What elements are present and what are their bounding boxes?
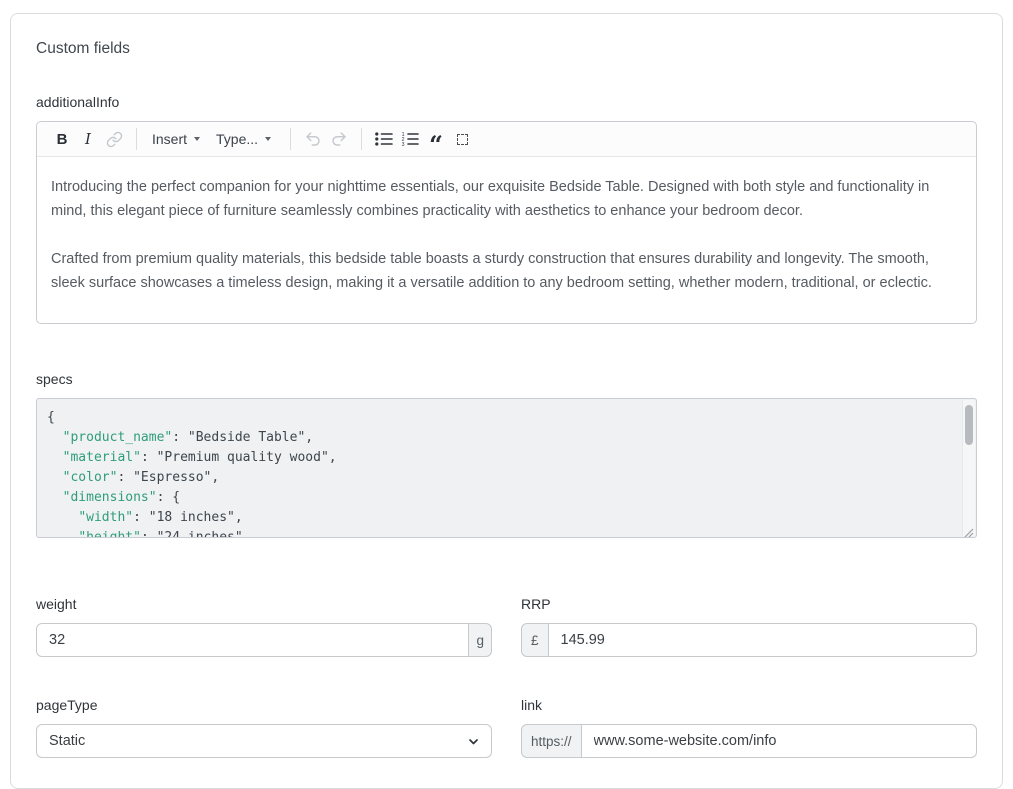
page-type-select[interactable]: Static <box>36 724 492 758</box>
toolbar-divider <box>290 128 291 150</box>
bullet-list-button[interactable] <box>371 126 397 152</box>
link-icon <box>106 131 123 148</box>
code-scrollbar-track[interactable] <box>962 400 975 536</box>
code-line: "material": "Premium quality wood", <box>47 448 952 468</box>
undo-button[interactable] <box>300 126 326 152</box>
specs-code-editor[interactable]: { "product_name": "Bedside Table", "mate… <box>36 398 977 538</box>
rrp-input[interactable] <box>548 623 977 657</box>
editor-content-area[interactable]: Introducing the perfect companion for yo… <box>37 157 976 323</box>
caret-down-icon <box>194 137 200 141</box>
code-line: "width": "18 inches", <box>47 508 952 528</box>
code-line: { <box>47 408 952 428</box>
undo-icon <box>304 130 322 148</box>
rrp-currency-addon: £ <box>521 623 549 657</box>
redo-button[interactable] <box>326 126 352 152</box>
insert-dropdown-label: Insert <box>152 131 187 147</box>
code-line: "dimensions": { <box>47 488 952 508</box>
numbered-list-button[interactable]: 123 <box>397 126 423 152</box>
type-dropdown[interactable]: Type... <box>210 126 277 152</box>
link-label: link <box>521 697 977 713</box>
rich-text-editor: B I Insert Type... <box>36 121 977 324</box>
custom-fields-panel: Custom fields additionalInfo B I Insert … <box>10 13 1003 789</box>
link-field: link https:// <box>521 697 977 758</box>
code-scrollbar-thumb[interactable] <box>965 405 973 445</box>
code-line: "height": "24 inches" <box>47 528 952 538</box>
bullet-list-icon <box>375 131 393 147</box>
italic-button[interactable]: I <box>75 126 101 152</box>
weight-unit-addon: g <box>468 623 492 657</box>
toolbar-divider <box>361 128 362 150</box>
panel-title: Custom fields <box>36 40 977 58</box>
dashed-box-icon <box>457 134 468 145</box>
caret-down-icon <box>265 137 271 141</box>
weight-field: weight g <box>36 596 492 657</box>
toolbar-divider <box>136 128 137 150</box>
additional-info-label: additionalInfo <box>36 94 977 110</box>
editor-paragraph: Introducing the perfect companion for yo… <box>51 175 962 223</box>
rrp-label: RRP <box>521 596 977 612</box>
link-button[interactable] <box>101 126 127 152</box>
page-type-label: pageType <box>36 697 492 713</box>
weight-label: weight <box>36 596 492 612</box>
weight-input[interactable] <box>36 623 469 657</box>
specs-field: specs { "product_name": "Bedside Table",… <box>36 371 977 538</box>
link-protocol-addon: https:// <box>521 724 582 758</box>
page-type-field: pageType Static <box>36 697 492 758</box>
resize-handle[interactable] <box>964 525 974 535</box>
bold-button[interactable]: B <box>49 126 75 152</box>
editor-paragraph: Crafted from premium quality materials, … <box>51 247 962 295</box>
svg-text:3: 3 <box>402 142 405 147</box>
horizontal-rule-button[interactable] <box>449 126 475 152</box>
link-input[interactable] <box>581 724 977 758</box>
editor-toolbar: B I Insert Type... <box>37 122 976 157</box>
type-dropdown-label: Type... <box>216 131 258 147</box>
redo-icon <box>330 130 348 148</box>
numbered-list-icon: 123 <box>401 131 419 147</box>
specs-label: specs <box>36 371 977 387</box>
blockquote-icon: “ <box>429 128 443 150</box>
code-line: "product_name": "Bedside Table", <box>47 428 952 448</box>
blockquote-button[interactable]: “ <box>423 126 449 152</box>
code-line: "color": "Espresso", <box>47 468 952 488</box>
rrp-field: RRP £ <box>521 596 977 657</box>
insert-dropdown[interactable]: Insert <box>146 126 206 152</box>
